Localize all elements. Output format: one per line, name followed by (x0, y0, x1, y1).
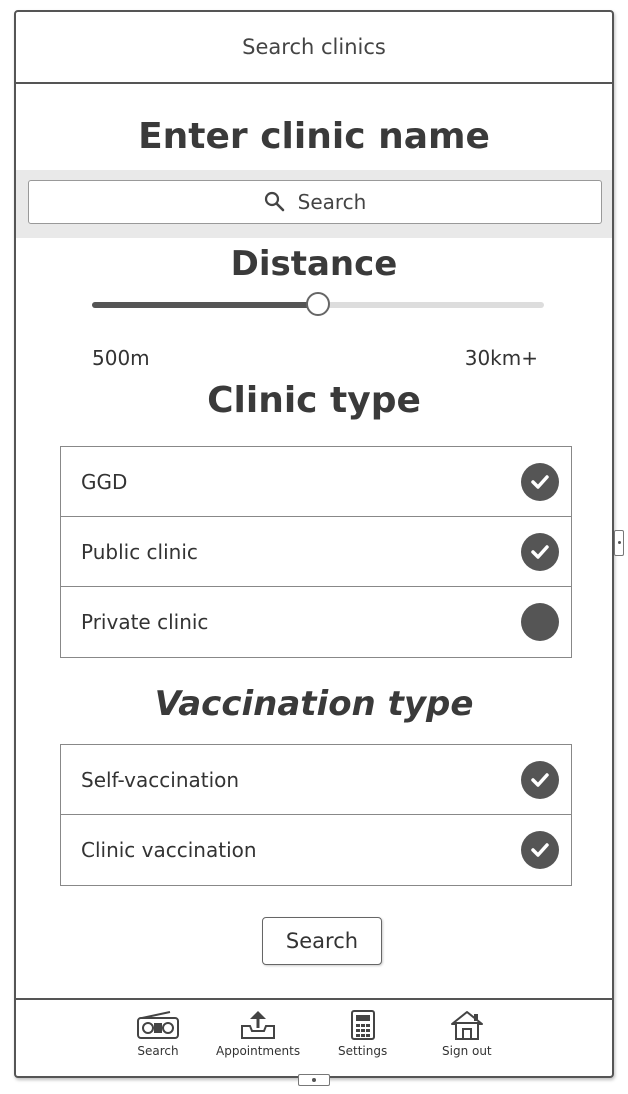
clinic-type-option-ggd[interactable]: GGD (61, 447, 571, 517)
checkbox-checked-icon[interactable] (521, 462, 559, 501)
search-button[interactable]: Search (262, 917, 382, 965)
search-input[interactable]: Search (28, 180, 602, 224)
nav-label: Settings (338, 1044, 388, 1058)
checkbox-unchecked-icon[interactable] (521, 603, 559, 641)
nav-item-sign-out[interactable]: Sign out (442, 1010, 492, 1058)
slider-thumb[interactable] (306, 292, 330, 316)
calculator-icon (348, 1010, 378, 1044)
search-icon (264, 191, 286, 213)
app-header: Search clinics (16, 12, 612, 84)
distance-min-label: 500m (92, 346, 150, 370)
option-label: Self-vaccination (81, 767, 240, 792)
bottom-handle (298, 1074, 330, 1086)
device-frame: Search clinics Enter clinic name Search … (14, 10, 614, 1078)
clinic-type-option-public[interactable]: Public clinic (61, 517, 571, 587)
search-placeholder: Search (297, 190, 367, 214)
nav-item-search[interactable]: Search (136, 1010, 180, 1058)
distance-slider[interactable] (92, 292, 544, 318)
vaccination-type-list: Self-vaccination Clinic vaccination (60, 744, 572, 886)
search-bar-band: Search (16, 170, 612, 238)
clinic-type-heading: Clinic type (207, 380, 421, 421)
nav-item-settings[interactable]: Settings (338, 1010, 387, 1058)
checkbox-checked-icon[interactable] (521, 532, 559, 571)
distance-max-label: 30km+ (464, 346, 538, 370)
radio-icon (136, 1010, 180, 1044)
page-title: Search clinics (242, 35, 386, 59)
option-label: Clinic vaccination (81, 838, 257, 862)
distance-heading: Distance (230, 244, 398, 284)
home-icon (449, 1010, 485, 1044)
vaccination-type-heading: Vaccination type (154, 684, 474, 724)
nav-label: Appointments (216, 1044, 301, 1058)
nav-label: Search (137, 1044, 179, 1058)
clinic-name-heading: Enter clinic name (138, 116, 490, 157)
clinic-type-option-private[interactable]: Private clinic (61, 587, 571, 657)
clinic-type-list: GGD Public clinic Private clinic (60, 446, 572, 658)
option-label: GGD (81, 469, 128, 494)
option-label: Private clinic (81, 610, 209, 634)
checkbox-checked-icon[interactable] (521, 760, 559, 799)
bottom-nav: Search Appointments Settings Sign out (16, 998, 612, 1078)
nav-label: Sign out (442, 1044, 492, 1058)
checkbox-checked-icon[interactable] (521, 831, 559, 869)
slider-fill (92, 302, 318, 308)
side-handle (614, 530, 624, 556)
nav-item-appointments[interactable]: Appointments (216, 1010, 300, 1058)
vaccination-option-self[interactable]: Self-vaccination (61, 745, 571, 815)
inbox-upload-icon (236, 1010, 280, 1044)
vaccination-option-clinic[interactable]: Clinic vaccination (61, 815, 571, 885)
option-label: Public clinic (81, 539, 198, 564)
